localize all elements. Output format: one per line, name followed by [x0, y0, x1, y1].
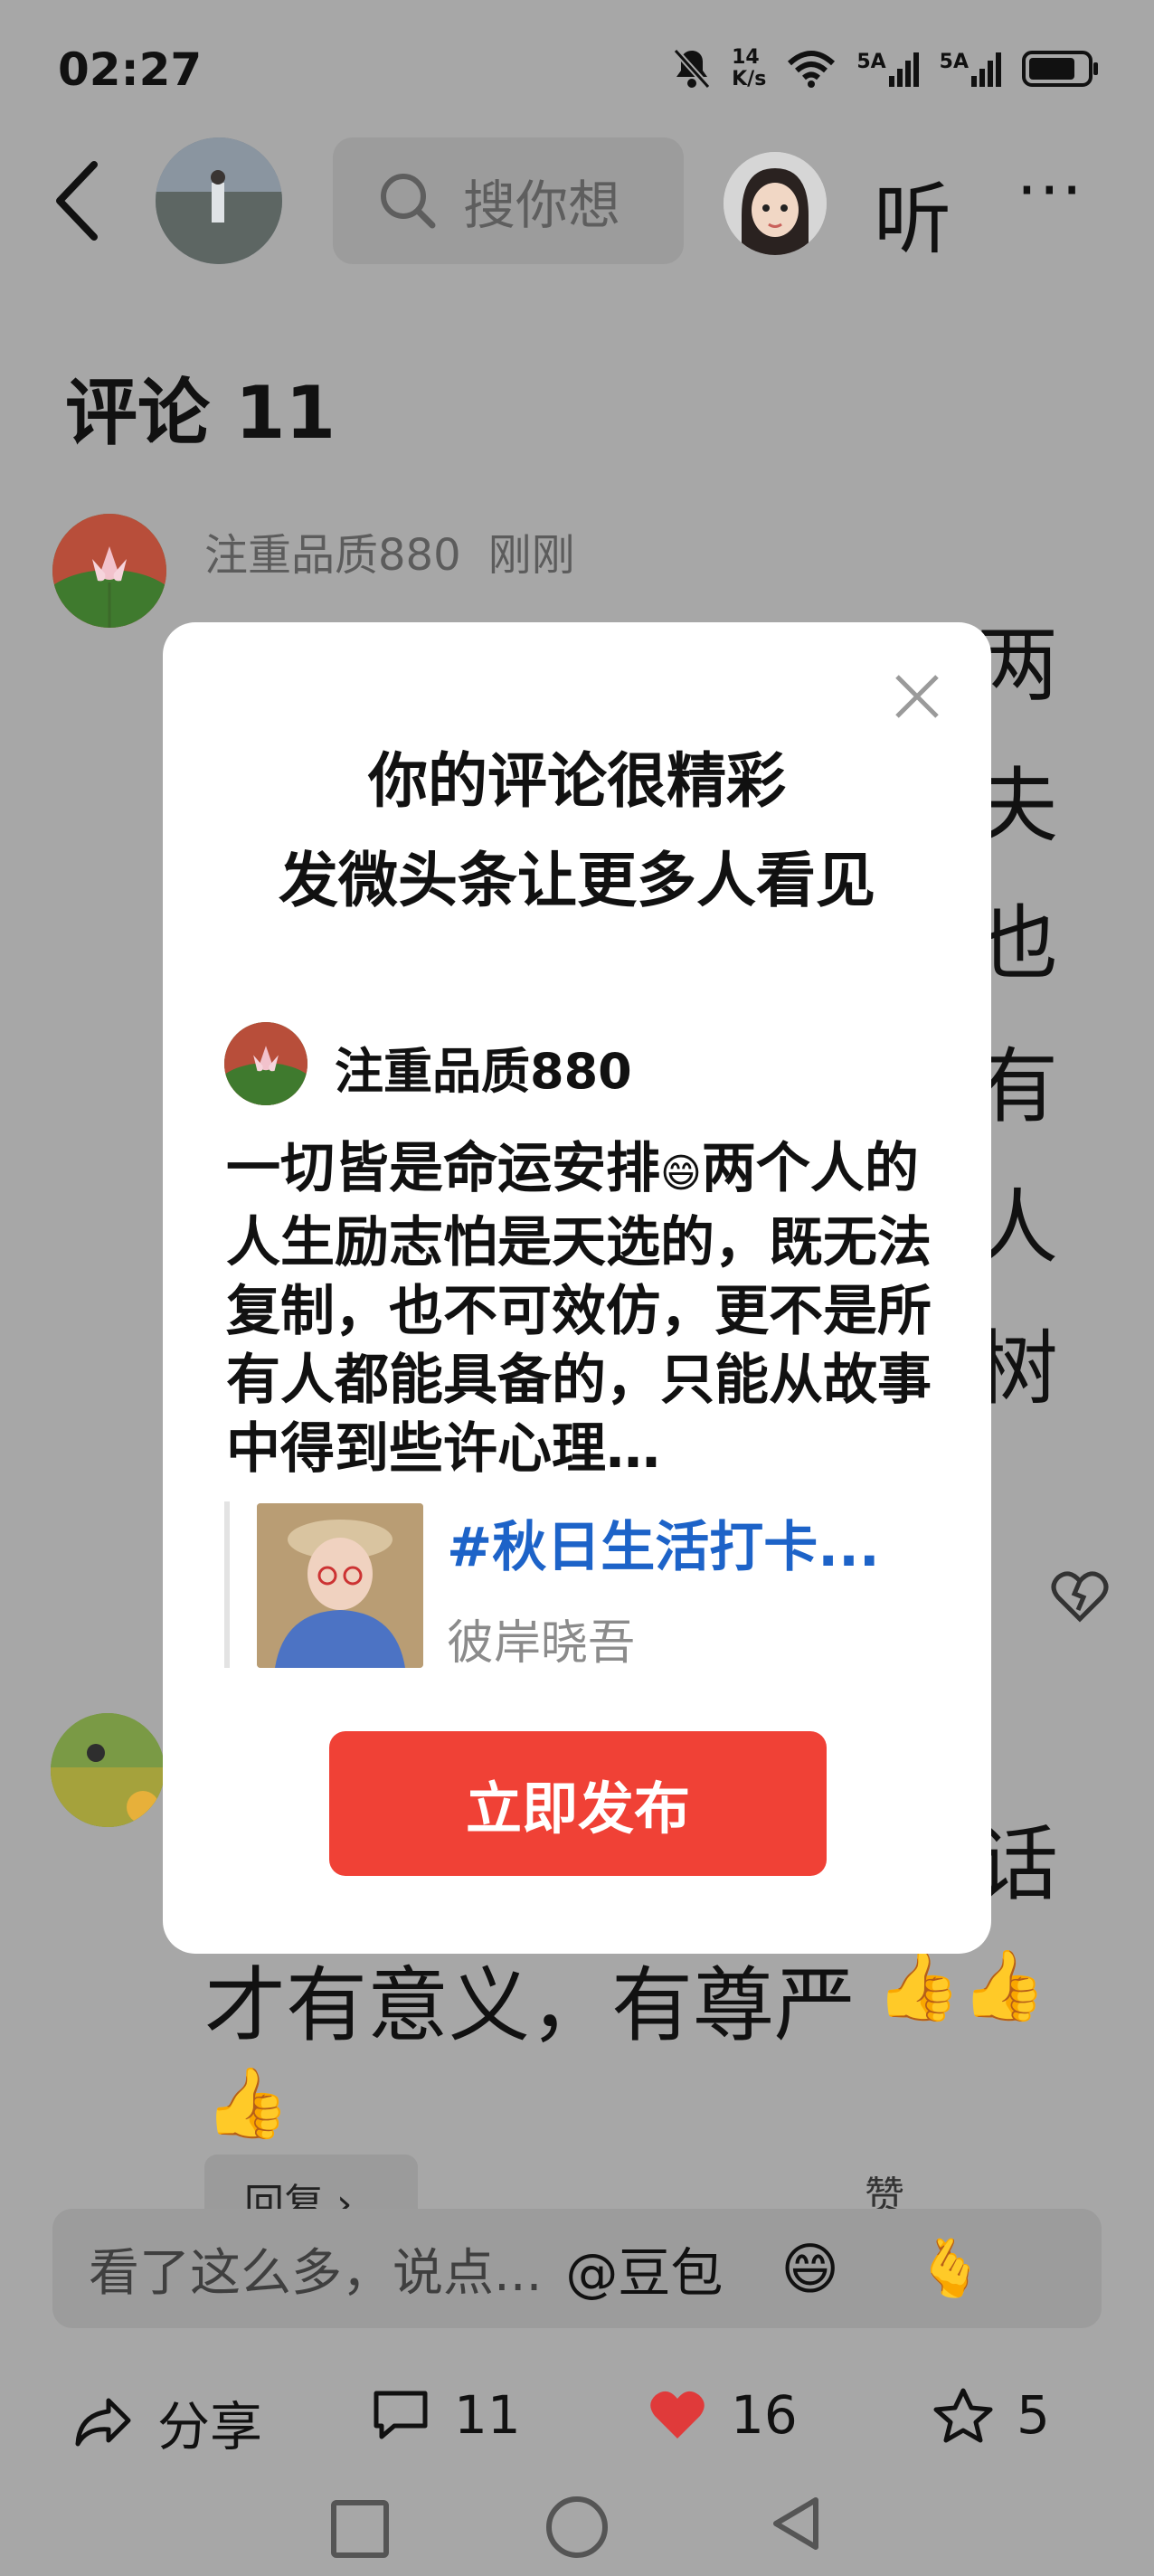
- home-button[interactable]: [546, 2496, 608, 2558]
- mention-button[interactable]: @豆包: [565, 2230, 723, 2306]
- modal-text-part: 一切皆是命运安排: [226, 1137, 660, 1200]
- status-icons: 14 K/s 5A 5A: [672, 47, 1100, 90]
- favorite-button[interactable]: 5: [933, 2384, 1050, 2446]
- bell-off-icon: [673, 48, 711, 90]
- emoji-button[interactable]: 😄: [780, 2236, 839, 2302]
- reply-button[interactable]: 回复 ›: [204, 2155, 418, 2209]
- recent-apps-button[interactable]: [331, 2500, 389, 2558]
- net-speed-unit: K/s: [732, 68, 767, 90]
- modal-subtitle: 发微头条让更多人看见: [279, 846, 875, 915]
- wifi-icon: [788, 51, 836, 88]
- thumbs-up-icon: 👍: [204, 2062, 290, 2143]
- gift-button[interactable]: 🫰: [915, 2235, 985, 2302]
- comment-meta: 注重品质880 刚刚: [204, 519, 602, 582]
- commenter-avatar[interactable]: [51, 1713, 165, 1827]
- thumbs-up-icon: 👍👍: [875, 1945, 1047, 2025]
- dislike-icon[interactable]: [1051, 1568, 1109, 1623]
- modal-title: 你的评论很精彩: [368, 746, 786, 816]
- like-button[interactable]: 16: [648, 2384, 798, 2446]
- search-placeholder: 搜你想: [463, 175, 621, 236]
- share-icon: [75, 2398, 131, 2447]
- sim2-label: 5A: [939, 51, 969, 73]
- signal-sim2: 5A: [940, 51, 1002, 87]
- battery-icon: [1022, 51, 1098, 87]
- comment-time: 刚刚: [487, 530, 575, 581]
- sim1-label: 5A: [856, 51, 886, 73]
- comment-icon: [374, 2391, 428, 2439]
- heart-icon: [650, 2391, 705, 2439]
- close-icon[interactable]: [890, 669, 944, 724]
- back-icon[interactable]: [51, 156, 105, 246]
- share-label: 分享: [157, 2396, 263, 2458]
- quote-thumbnail: [257, 1503, 423, 1668]
- assistant-avatar[interactable]: [724, 152, 827, 255]
- comments-button[interactable]: 11: [371, 2384, 521, 2446]
- comment-placeholder: 看了这么多，说点...: [89, 2243, 543, 2303]
- lotus-avatar-icon: [224, 1022, 307, 1105]
- lotus-avatar-icon: [52, 514, 166, 628]
- listen-button[interactable]: 听: [874, 156, 951, 269]
- field-avatar-icon: [51, 1713, 165, 1827]
- avatar-photo: [156, 137, 282, 264]
- modal-comment-text: 一切皆是命运安排😄两个人的人生励志怕是天选的，既无法复制，也不可效仿，更不是所有…: [226, 1134, 932, 1483]
- comment-count: 11: [454, 2384, 521, 2446]
- grin-emoji-icon: 😄: [660, 1151, 702, 1197]
- modal-author-name: 注重品质880: [335, 1043, 632, 1100]
- status-time: 02:27: [58, 43, 203, 96]
- signal-icon: [888, 52, 919, 87]
- star-icon: [933, 2388, 993, 2443]
- quote-divider: [224, 1501, 230, 1668]
- quote-topic-link[interactable]: #秋日生活打卡...: [447, 1503, 880, 1582]
- comments-title: 评论 11: [65, 371, 336, 455]
- modal-author-avatar: [224, 1022, 307, 1105]
- nav-back-icon[interactable]: [769, 2495, 823, 2552]
- favorite-count: 5: [1017, 2384, 1050, 2446]
- assistant-face-icon: [724, 152, 827, 255]
- like-count: 16: [731, 2384, 798, 2446]
- author-avatar[interactable]: [156, 137, 282, 264]
- net-speed: 14 K/s: [732, 47, 766, 90]
- search-icon: [381, 174, 436, 229]
- quote-photo: [257, 1503, 423, 1668]
- signal-sim1: 5A: [856, 51, 919, 87]
- search-input[interactable]: 搜你想: [333, 137, 684, 264]
- comment-text-fragment: 才有意义，有尊严: [204, 1958, 856, 2053]
- signal-icon: [971, 52, 1001, 87]
- comment-author[interactable]: 注重品质880: [204, 530, 461, 581]
- net-speed-value: 14: [732, 46, 760, 69]
- publish-button[interactable]: 立即发布: [329, 1731, 827, 1876]
- commenter-avatar[interactable]: [52, 514, 166, 628]
- more-button[interactable]: ···: [1017, 157, 1084, 223]
- quote-author: 彼岸晓吾: [447, 1616, 636, 1671]
- comment-input[interactable]: 看了这么多，说点... @豆包 😄 🫰: [52, 2209, 1102, 2328]
- share-button[interactable]: 分享: [72, 2384, 262, 2460]
